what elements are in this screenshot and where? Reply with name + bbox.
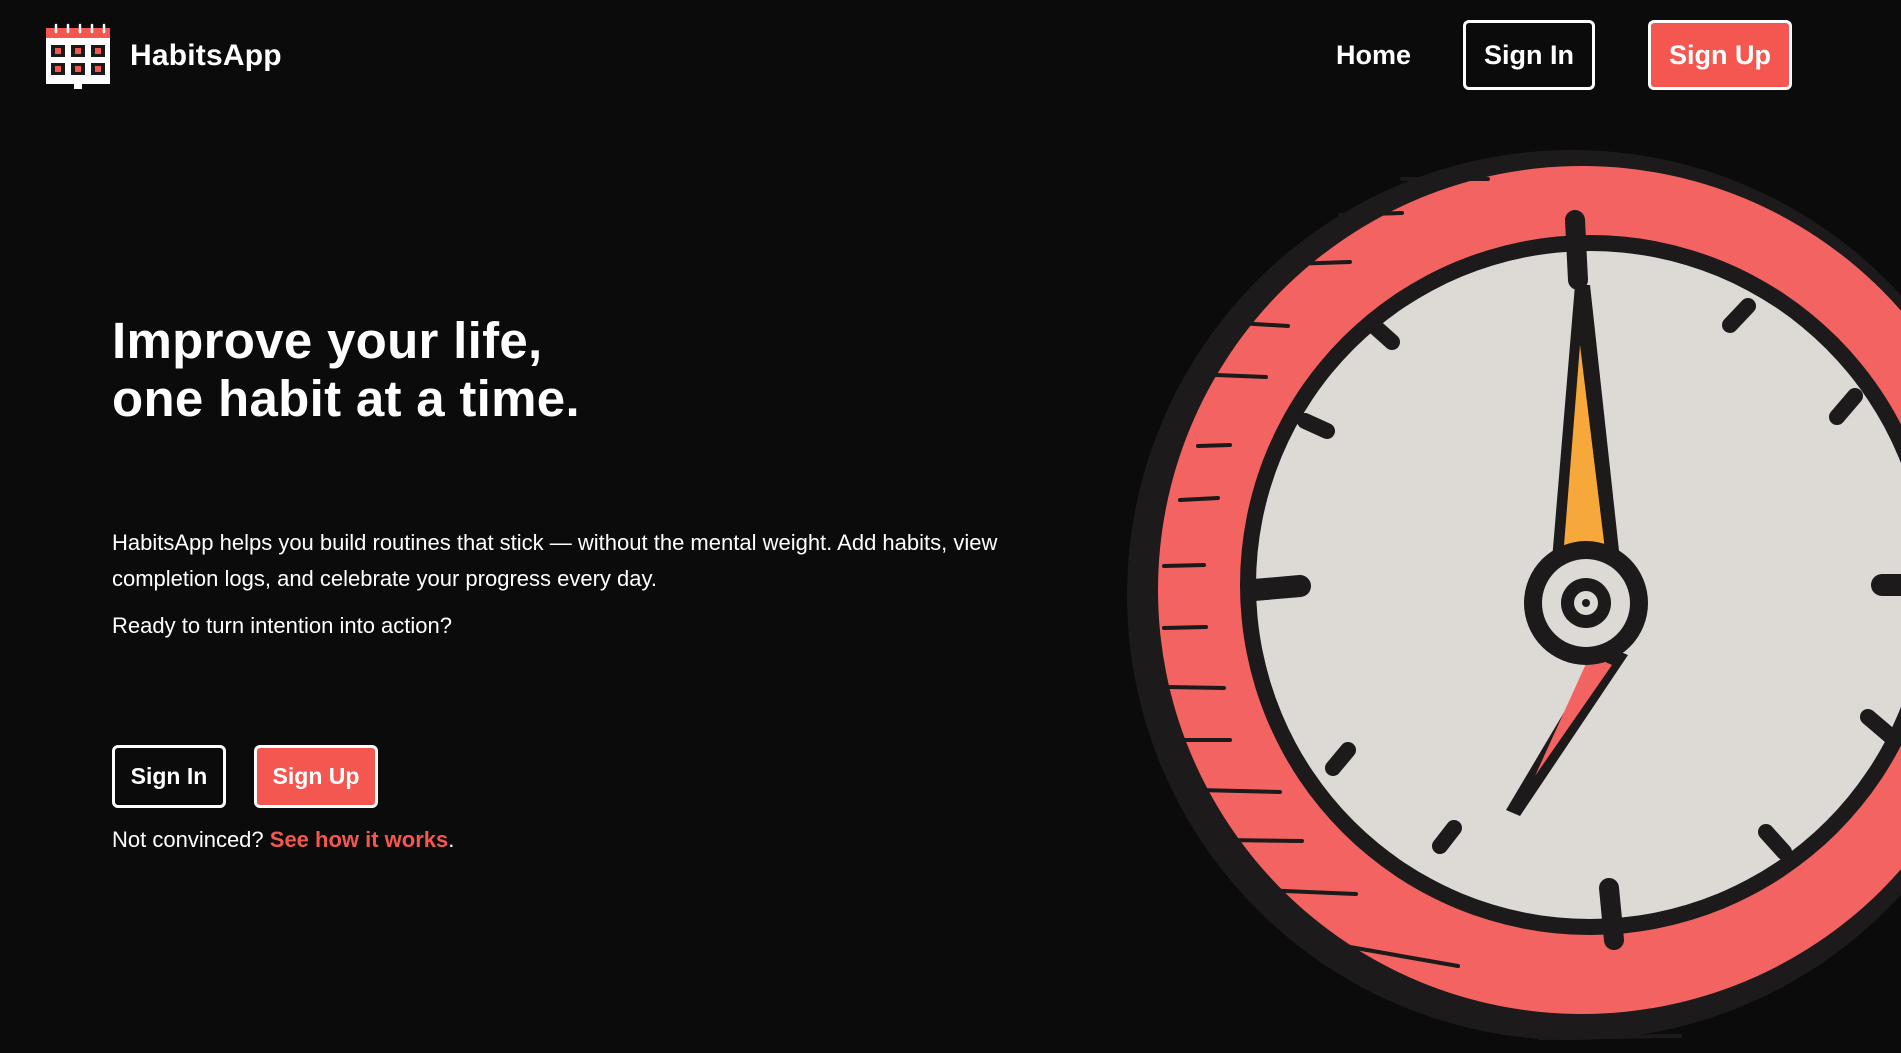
nav-home-link[interactable]: Home bbox=[1336, 40, 1411, 71]
nav-sign-up-button[interactable]: Sign Up bbox=[1648, 20, 1792, 90]
hero-note-suffix: . bbox=[448, 827, 455, 852]
hero-actions: Sign In Sign Up bbox=[112, 745, 378, 808]
hero-note-prefix: Not convinced? bbox=[112, 827, 270, 852]
hero-section: Improve your life, one habit at a time. … bbox=[112, 312, 1092, 852]
brand[interactable]: HabitsApp bbox=[46, 23, 282, 89]
hero-description: HabitsApp helps you build routines that … bbox=[112, 530, 998, 591]
see-how-it-works-link[interactable]: See how it works bbox=[270, 827, 449, 852]
hero-note: Not convinced? See how it works. bbox=[112, 824, 454, 856]
hero-sign-in-button[interactable]: Sign In bbox=[112, 745, 226, 808]
main-nav: Home Sign In Sign Up bbox=[1336, 20, 1792, 90]
top-navbar: HabitsApp Home Sign In Sign Up bbox=[0, 0, 1901, 110]
hero-title: Improve your life, one habit at a time. bbox=[112, 312, 1092, 428]
landing-page: HabitsApp Home Sign In Sign Up Improve y… bbox=[0, 0, 1901, 1053]
hero-title-line-2: one habit at a time. bbox=[112, 370, 580, 427]
brand-name: HabitsApp bbox=[130, 39, 282, 72]
calendar-icon bbox=[46, 23, 110, 89]
clock-center-pin bbox=[1582, 599, 1590, 607]
hero-question: Ready to turn intention into action? bbox=[112, 613, 453, 638]
clock-illustration bbox=[1127, 150, 1901, 1040]
nav-sign-in-button[interactable]: Sign In bbox=[1463, 20, 1595, 90]
hero-sign-up-button[interactable]: Sign Up bbox=[254, 745, 378, 808]
hero-title-line-1: Improve your life, bbox=[112, 312, 543, 369]
